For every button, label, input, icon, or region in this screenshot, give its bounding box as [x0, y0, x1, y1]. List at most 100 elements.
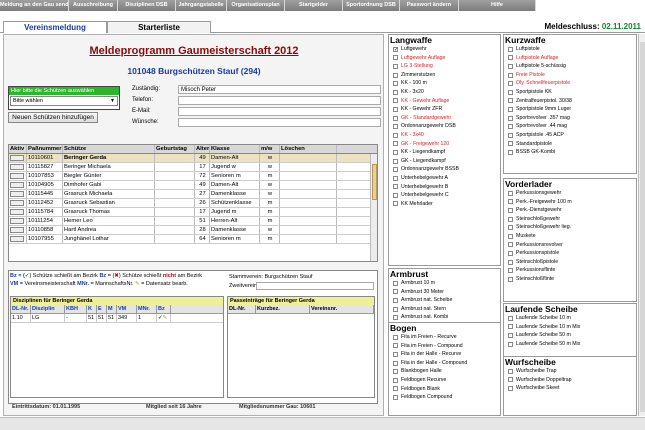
discipline-option[interactable]: Feldbogen Recurve: [389, 376, 500, 385]
checkbox[interactable]: [393, 55, 398, 61]
discipline-option[interactable]: GK - Freigewehr 120: [389, 140, 500, 149]
checkbox[interactable]: [393, 394, 398, 400]
topbar-button-6[interactable]: Sportordnung DSB: [343, 0, 400, 11]
discipline-option[interactable]: KK - Gewehr Auflage: [389, 97, 500, 106]
discipline-option[interactable]: Sportpistole KK: [504, 88, 636, 97]
discipline-option[interactable]: Armbrust 30 Meter: [389, 288, 500, 297]
discipline-option[interactable]: Sportpistole .45 ACP: [504, 131, 636, 140]
checkbox[interactable]: [508, 332, 513, 338]
zweitverein-select[interactable]: [256, 282, 374, 290]
discipline-option[interactable]: Zentralfeuerpistol. 30/38: [504, 97, 636, 106]
checkbox[interactable]: [393, 115, 398, 121]
tab-starterliste[interactable]: Starterliste: [107, 21, 211, 33]
discipline-option[interactable]: Laufende Scheibe 50 m: [504, 331, 636, 340]
checkbox[interactable]: [393, 81, 398, 87]
discipline-option[interactable]: Feldbogen Compound: [389, 393, 500, 402]
discipline-option[interactable]: Armbrust nat. Stern: [389, 305, 500, 314]
checkbox[interactable]: [393, 184, 398, 190]
topbar-button-3[interactable]: Jahrgangstabelle: [176, 0, 227, 11]
discipline-option[interactable]: Blankbogen Halle: [389, 367, 500, 376]
discipline-option[interactable]: KK - 3x20: [389, 88, 500, 97]
discipline-option[interactable]: Wurfscheibe Doppeltrap: [504, 376, 636, 385]
checkbox[interactable]: [508, 207, 513, 213]
discipline-option[interactable]: Fita in der Halle - Recurve: [389, 350, 500, 359]
checkbox[interactable]: ✓: [393, 46, 398, 52]
discipline-option[interactable]: Zimmerstutzen: [389, 71, 500, 80]
checkbox[interactable]: [393, 280, 398, 286]
aktiv-button[interactable]: [10, 200, 24, 206]
discipline-option[interactable]: Ordonnanzgewehr DSB: [389, 122, 500, 131]
table-row[interactable]: 10110601 Beringer Gerda 49 Damen-Alt w: [9, 154, 377, 163]
topbar-button-7[interactable]: Passwort ändern: [400, 0, 459, 11]
table-scrollbar[interactable]: [370, 154, 377, 261]
checkbox[interactable]: [508, 55, 513, 61]
discipline-option[interactable]: GK - Liegendkampf: [389, 157, 500, 166]
table-row[interactable]: 10115827 Beringer Michaela 17 Jugend ww: [9, 163, 377, 172]
checkbox[interactable]: [393, 377, 398, 383]
delete-cell[interactable]: [280, 199, 337, 207]
checkbox[interactable]: [393, 334, 398, 340]
checkbox[interactable]: [508, 141, 513, 147]
discipline-option[interactable]: Steinschloßgewehr: [504, 215, 636, 224]
pencil-icon[interactable]: ✎: [163, 315, 168, 321]
discipline-option[interactable]: Armbrust 10 m: [389, 279, 500, 288]
checkbox[interactable]: [508, 250, 513, 256]
checkbox[interactable]: [393, 386, 398, 392]
discipline-option[interactable]: KK - Gewehr ZFR: [389, 105, 500, 114]
discipline-option[interactable]: Perkussionsflinte: [504, 266, 636, 275]
discipline-option[interactable]: LG 3-Stellung: [389, 62, 500, 71]
checkbox[interactable]: [508, 276, 513, 282]
aktiv-button[interactable]: [10, 236, 24, 242]
checkbox[interactable]: [393, 72, 398, 78]
checkbox[interactable]: [508, 63, 513, 69]
checkbox[interactable]: [393, 289, 398, 295]
discipline-option[interactable]: Steinschloßpistole: [504, 258, 636, 267]
discipline-option[interactable]: KK Mehrlader: [389, 200, 500, 209]
checkbox[interactable]: [508, 324, 513, 330]
discipline-row[interactable]: 1.10 LG -51 51 51 349 1 ✔✎: [11, 314, 223, 323]
checkbox[interactable]: [508, 268, 513, 274]
table-row[interactable]: 10112452 Grasruck Sebastian 26 Schützenklas…: [9, 199, 377, 208]
checkbox[interactable]: [393, 106, 398, 112]
aktiv-button[interactable]: [10, 164, 24, 170]
delete-cell[interactable]: [280, 217, 337, 225]
table-row[interactable]: 10111254 Hemer Leo 51 Herren-Alt m: [9, 217, 377, 226]
aktiv-button[interactable]: [10, 191, 24, 197]
discipline-option[interactable]: KK - 100 m: [389, 79, 500, 88]
discipline-option[interactable]: Laufende Scheibe 10 m Mix: [504, 323, 636, 332]
checkbox[interactable]: [508, 106, 513, 112]
discipline-option[interactable]: Wurfscheibe Skeet: [504, 384, 636, 393]
aktiv-button[interactable]: [10, 173, 24, 179]
discipline-option[interactable]: Steinschloßgewehr lieg.: [504, 223, 636, 232]
checkbox[interactable]: [393, 175, 398, 181]
checkbox[interactable]: [508, 81, 513, 87]
checkbox[interactable]: [508, 233, 513, 239]
checkbox[interactable]: [508, 377, 513, 383]
aktiv-button[interactable]: [10, 218, 24, 224]
discipline-option[interactable]: Muskete: [504, 232, 636, 241]
discipline-option[interactable]: Feldbogen Blank: [389, 385, 500, 394]
delete-cell[interactable]: [280, 226, 337, 234]
checkbox[interactable]: [393, 369, 398, 375]
discipline-option[interactable]: Luftpistole 5-schüssig: [504, 62, 636, 71]
table-row[interactable]: 10107853 Biegler Günter 72 Senioren mm: [9, 172, 377, 181]
topbar-button-5[interactable]: Startgelder: [285, 0, 343, 11]
discipline-option[interactable]: Laufende Scheibe 10 m: [504, 314, 636, 323]
checkbox[interactable]: [393, 297, 398, 303]
checkbox[interactable]: [508, 89, 513, 95]
aktiv-button[interactable]: [10, 182, 24, 188]
checkbox[interactable]: [393, 315, 398, 321]
discipline-option[interactable]: Armbrust nat. Kombi: [389, 313, 500, 322]
delete-cell[interactable]: [280, 235, 337, 243]
discipline-option[interactable]: Unterhebelgewehr A: [389, 174, 500, 183]
discipline-option[interactable]: Luftgewehr Auflage: [389, 54, 500, 63]
page-scrollbar-thumb[interactable]: [640, 42, 645, 412]
zustaendig-input[interactable]: Misoch Peter: [178, 85, 381, 94]
discipline-option[interactable]: KK - 3x40: [389, 131, 500, 140]
topbar-button-1[interactable]: Ausschreibung: [69, 0, 118, 11]
discipline-option[interactable]: Perkussionspistole: [504, 249, 636, 258]
discipline-option[interactable]: Wurfscheibe Trap: [504, 367, 636, 376]
discipline-option[interactable]: Ordonnanzgewehr BSSB: [389, 165, 500, 174]
discipline-option[interactable]: Standardpistole: [504, 140, 636, 149]
discipline-option[interactable]: Perkussionsgewehr: [504, 189, 636, 198]
